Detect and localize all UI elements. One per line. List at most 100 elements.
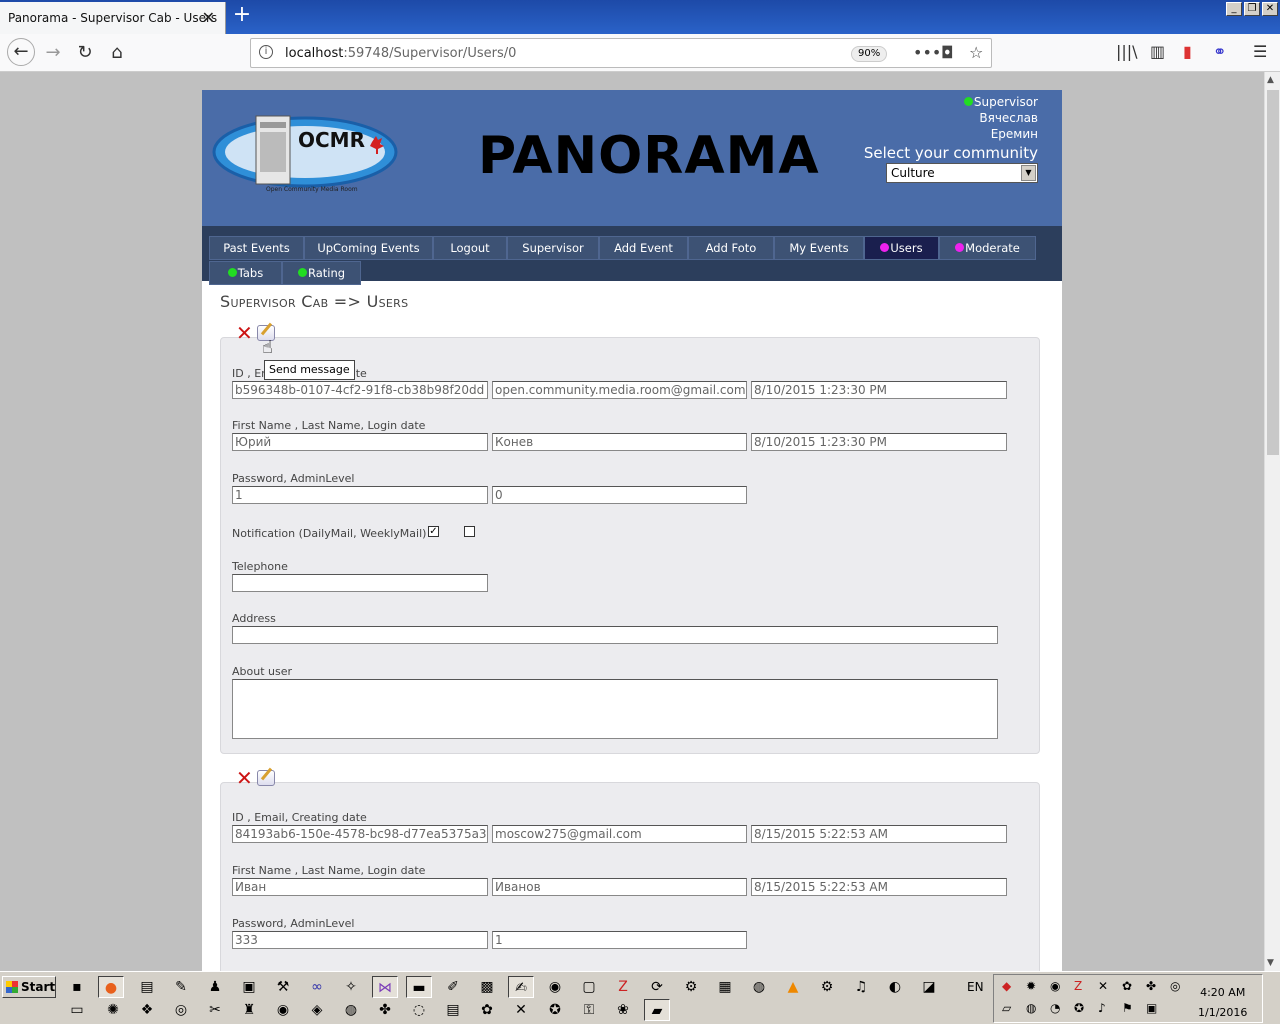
link-icon[interactable]: ∞ (304, 976, 330, 998)
clock[interactable]: 4:20 AM 1/1/2016 (1198, 983, 1247, 1023)
daily-mail-checkbox[interactable]: ✓ (428, 526, 439, 537)
menu-item-add-foto[interactable]: Add Foto (688, 236, 774, 260)
sidebar-icon[interactable]: ▥ (1150, 42, 1165, 61)
app-icon[interactable]: ▤ (440, 999, 466, 1021)
more-icon[interactable]: ••• (913, 43, 941, 62)
delete-user-icon[interactable]: ✕ (236, 323, 253, 343)
password-field[interactable]: 1 (232, 486, 488, 504)
scroll-down-icon[interactable]: ▼ (1267, 958, 1274, 968)
admin-level-field[interactable]: 0 (492, 486, 747, 504)
vlc-icon[interactable]: ▲ (780, 976, 806, 998)
email-field[interactable]: moscow275@gmail.com (492, 825, 747, 843)
menu-item-my-events[interactable]: My Events (774, 236, 864, 260)
chrome-icon[interactable]: ◉ (542, 976, 568, 998)
app-icon[interactable]: ❖ (134, 999, 160, 1021)
reload-icon[interactable]: ↻ (72, 41, 98, 65)
app-icon[interactable]: ✪ (542, 999, 568, 1021)
menu-item-logout[interactable]: Logout (433, 236, 507, 260)
first-name-field[interactable]: Юрий (232, 433, 488, 451)
flag-icon[interactable]: ⚑ (1122, 1001, 1133, 1015)
bookmark-star-icon[interactable]: ☆ (969, 43, 983, 62)
scrollbar-thumb[interactable] (1267, 90, 1279, 455)
about-textarea[interactable] (232, 679, 998, 739)
info-icon[interactable]: i (259, 45, 273, 59)
pocket-icon[interactable]: ◘ (941, 43, 954, 62)
address-field[interactable] (232, 626, 998, 644)
restore-icon[interactable]: ❐ (1244, 2, 1260, 16)
language-indicator[interactable]: EN (967, 980, 984, 994)
menu-icon[interactable]: ☰ (1253, 42, 1267, 61)
network-tray-icon[interactable]: ▣ (1146, 1001, 1157, 1015)
last-name-field[interactable]: Конев (492, 433, 747, 451)
sync-icon[interactable]: ⟳ (644, 976, 670, 998)
vertical-scrollbar[interactable]: ▲ ▼ (1264, 72, 1280, 971)
minimize-icon[interactable]: _ (1226, 2, 1242, 16)
extension-icon[interactable]: ▮ (1183, 42, 1192, 61)
weekly-mail-checkbox[interactable] (464, 526, 475, 537)
gear-icon[interactable]: ⚙ (678, 976, 704, 998)
terminal-icon[interactable]: ▬ (406, 976, 432, 998)
calendar-icon[interactable]: ▦ (712, 976, 738, 998)
start-button[interactable]: Start (2, 976, 56, 998)
tab-close-icon[interactable]: ✕ (202, 8, 215, 27)
id-field[interactable]: b596348b-0107-4cf2-91f8-cb38b98f20dd (232, 381, 488, 399)
tray-icon[interactable]: ◔ (1050, 1001, 1060, 1015)
puzzle-icon[interactable]: ✧ (338, 976, 364, 998)
back-icon[interactable]: ← (7, 38, 35, 66)
tray-icon[interactable]: ◉ (1050, 979, 1060, 993)
telephone-field[interactable] (232, 574, 488, 592)
firefox-icon[interactable]: ● (98, 976, 124, 998)
menu-item-moderate[interactable]: Moderate (939, 236, 1036, 260)
lock-icon[interactable]: ⚿ (576, 999, 602, 1021)
menu-item-rating[interactable]: Rating (282, 261, 361, 285)
tray-icon[interactable]: ✤ (1146, 979, 1156, 993)
app-icon[interactable]: ◍ (338, 999, 364, 1021)
tool-icon[interactable]: ⚒ (270, 976, 296, 998)
app-icon[interactable]: ✿ (474, 999, 500, 1021)
menu-item-tabs[interactable]: Tabs (209, 261, 282, 285)
ocmr-logo[interactable]: OCMR Open Community Media Room (212, 106, 402, 204)
admin-level-field[interactable]: 1 (492, 931, 747, 949)
extension-link-icon[interactable]: ⚭ (1213, 42, 1226, 61)
pen-icon[interactable]: ✐ (440, 976, 466, 998)
app-icon[interactable]: ✺ (100, 999, 126, 1021)
filezilla-icon[interactable]: Z (610, 976, 636, 998)
chevron-down-icon[interactable]: ▼ (1021, 165, 1036, 181)
window-icon[interactable]: ▢ (576, 976, 602, 998)
globe-icon[interactable]: ◍ (746, 976, 772, 998)
app-icon[interactable]: ✂ (202, 999, 228, 1021)
app-icon[interactable]: ❀ (610, 999, 636, 1021)
id-field[interactable]: 84193ab6-150e-4578-bc98-d77ea5375a31 (232, 825, 488, 843)
app-icon[interactable]: ◌ (406, 999, 432, 1021)
settings-icon[interactable]: ⚙ (814, 976, 840, 998)
send-message-icon[interactable] (256, 770, 275, 786)
browser-tab[interactable]: Panorama - Supervisor Cab - Users ✕ (0, 2, 226, 34)
eclipse-icon[interactable]: ◐ (882, 976, 908, 998)
save-icon[interactable]: ▩ (474, 976, 500, 998)
url-bar[interactable]: i localhost:59748/Supervisor/Users/0 90%… (250, 38, 992, 68)
app-icon[interactable]: ◈ (304, 999, 330, 1021)
tray-icon[interactable]: ✹ (1026, 979, 1036, 993)
menu-item-past-events[interactable]: Past Events (209, 236, 304, 260)
home-icon[interactable]: ⌂ (104, 41, 130, 65)
email-field[interactable]: open.community.media.room@gmail.com (492, 381, 747, 399)
last-name-field[interactable]: Иванов (492, 878, 747, 896)
login-date-field[interactable]: 8/15/2015 5:22:53 AM (751, 878, 1007, 896)
paint-icon[interactable]: ✎ (168, 976, 194, 998)
password-field[interactable]: 333 (232, 931, 488, 949)
app-icon[interactable]: ◎ (168, 999, 194, 1021)
tray-icon[interactable]: ◆ (1002, 979, 1011, 993)
user-role[interactable]: Supervisor (974, 95, 1038, 109)
created-date-field[interactable]: 8/15/2015 5:22:53 AM (751, 825, 1007, 843)
tray-icon[interactable]: ◎ (1170, 979, 1180, 993)
network-icon[interactable]: ♟ (202, 976, 228, 998)
login-date-field[interactable]: 8/10/2015 1:23:30 PM (751, 433, 1007, 451)
tray-icon[interactable]: ▱ (1002, 1001, 1011, 1015)
volume-icon[interactable]: ♪ (1098, 1001, 1106, 1015)
tray-icon[interactable]: ✪ (1074, 1001, 1084, 1015)
new-tab-button[interactable]: + (230, 4, 254, 28)
tray-icon[interactable]: ✿ (1122, 979, 1132, 993)
forward-icon[interactable]: → (40, 41, 66, 65)
first-name-field[interactable]: Иван (232, 878, 488, 896)
chart-icon[interactable]: ◪ (916, 976, 942, 998)
